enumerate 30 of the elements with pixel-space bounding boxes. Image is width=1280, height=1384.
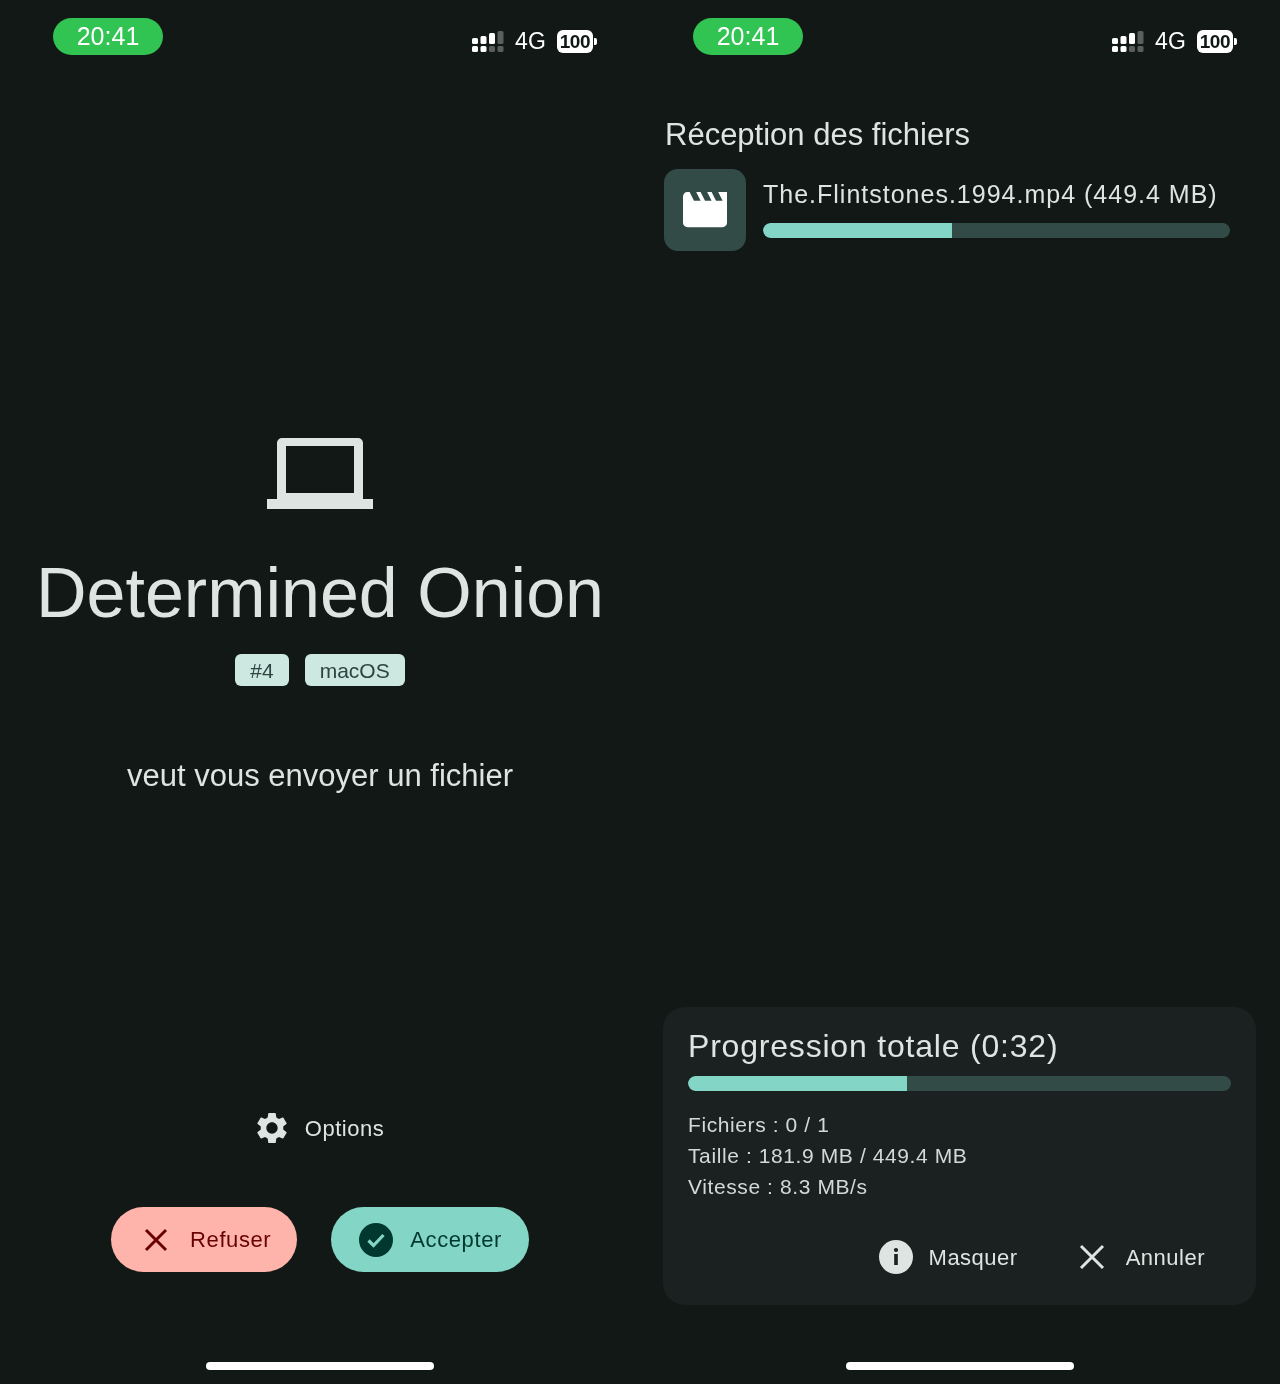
battery-indicator: 100 [556,30,597,53]
stat-line: Fichiers : 0 / 1 [688,1112,831,1138]
hide-button[interactable]: Masquer [862,1233,1034,1281]
accept-button[interactable]: Accepter [331,1207,529,1272]
network-type: 4G [1155,30,1186,53]
options-button[interactable]: Options [247,1108,393,1148]
device-name: Determined Onion [35,558,605,628]
stat-line: Vitesse : 8.3 MB/s [688,1174,869,1200]
device-tag: macOS [304,654,405,686]
clapperboard-icon [664,169,746,251]
check-circle-icon [359,1222,394,1257]
info-icon [878,1240,913,1274]
close-icon [1078,1244,1105,1270]
file-name: The.Flintstones.1994.mp4 (449.4 MB) [763,179,1219,209]
request-message: veut vous envoyer un fichier [127,760,513,791]
laptop-icon [267,438,373,509]
progress-title: Progression totale (0:32) [688,1030,1060,1062]
decline-button[interactable]: Refuser [111,1207,298,1272]
status-time: 20:41 [693,18,803,55]
battery-indicator: 100 [1196,30,1237,53]
close-icon [144,1227,169,1252]
settings-icon [255,1112,288,1144]
stat-line: Taille : 181.9 MB / 449.4 MB [688,1143,969,1169]
signal-icon [472,30,505,53]
screen-title: Réception des fichiers [664,119,971,150]
signal-icon [1112,30,1145,53]
cancel-button[interactable]: Annuler [1062,1233,1221,1281]
network-type: 4G [515,30,546,53]
status-time: 20:41 [53,18,163,55]
device-tag: #4 [235,654,289,686]
